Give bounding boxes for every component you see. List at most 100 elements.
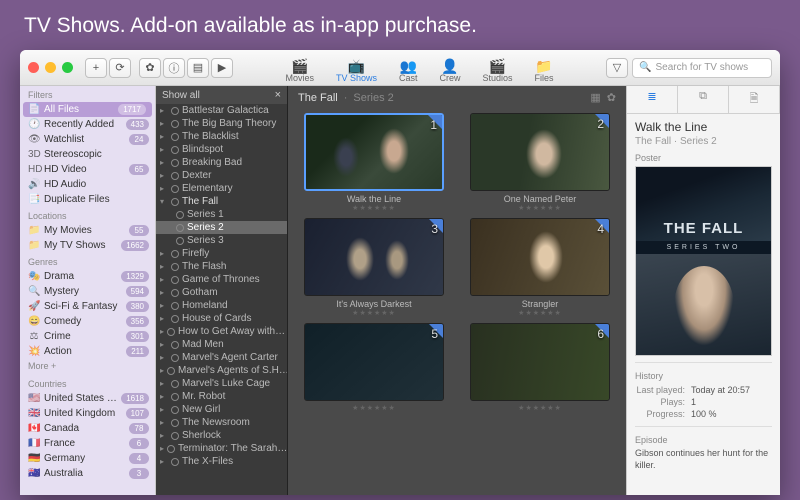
- show-row[interactable]: ▸Gotham: [156, 286, 287, 299]
- episode-card[interactable]: 1Walk the Line★★★★★★: [296, 113, 452, 212]
- sidebar-item-drama[interactable]: 🎭Drama1329: [20, 269, 155, 284]
- show-label: Homeland: [182, 300, 228, 311]
- filter-button[interactable]: ▽: [606, 58, 628, 78]
- sidebar-header: Countries: [20, 375, 155, 391]
- nav-tab-cast[interactable]: 👥Cast: [395, 57, 422, 85]
- episode-thumbnail[interactable]: 6: [470, 323, 610, 401]
- sidebar-item-label: Action: [44, 346, 122, 357]
- episode-card[interactable]: 2One Named Peter★★★★★★: [462, 113, 618, 212]
- zoom-window-button[interactable]: [62, 62, 73, 73]
- close-window-button[interactable]: [28, 62, 39, 73]
- grid-view-icon[interactable]: ▦: [590, 91, 600, 104]
- show-row[interactable]: ▸Marvel's Luke Cage: [156, 377, 287, 390]
- show-row[interactable]: ▸Mr. Robot: [156, 390, 287, 403]
- disclosure-icon: ▸: [160, 119, 168, 128]
- series-row[interactable]: Series 3: [156, 234, 287, 247]
- show-row[interactable]: ▾ The Fall: [156, 195, 287, 208]
- inspector-tab-media[interactable]: ⧉: [678, 86, 729, 113]
- info-button[interactable]: ⓘ: [163, 58, 185, 78]
- show-row[interactable]: ▸Mad Men: [156, 338, 287, 351]
- sidebar-item-crime[interactable]: ⚖Crime301: [20, 329, 155, 344]
- show-row[interactable]: ▸The Newsroom: [156, 416, 287, 429]
- refresh-button[interactable]: ⟳: [109, 58, 131, 78]
- show-row[interactable]: ▸Elementary: [156, 182, 287, 195]
- series-row[interactable]: Series 2: [156, 221, 287, 234]
- show-row[interactable]: ▸The Big Bang Theory: [156, 117, 287, 130]
- show-label: The Fall: [182, 196, 218, 207]
- nav-tab-crew[interactable]: 👤Crew: [436, 57, 465, 85]
- disclosure-icon: ▾: [160, 197, 168, 206]
- show-row[interactable]: ▸House of Cards: [156, 312, 287, 325]
- show-row[interactable]: ▸How to Get Away with…: [156, 325, 287, 338]
- poster-image[interactable]: THE FALL SERIES TWO: [635, 166, 772, 356]
- settings-button[interactable]: ✿: [139, 58, 161, 78]
- episode-thumbnail[interactable]: 1: [304, 113, 444, 191]
- sidebar-item-watchlist[interactable]: 👁Watchlist24: [20, 132, 155, 147]
- series-row[interactable]: Series 1: [156, 208, 287, 221]
- sidebar-item-united-kingdom[interactable]: 🇬🇧United Kingdom107: [20, 406, 155, 421]
- nav-tab-tv-shows[interactable]: 📺TV Shows: [332, 57, 381, 85]
- show-row[interactable]: ▸Blindspot: [156, 143, 287, 156]
- sidebar-item-mystery[interactable]: 🔍Mystery594: [20, 284, 155, 299]
- show-row[interactable]: ▸Firefly: [156, 247, 287, 260]
- sidebar-item-united-states-of-[interactable]: 🇺🇸United States of…1618: [20, 391, 155, 406]
- nav-tab-files[interactable]: 📁Files: [531, 57, 558, 85]
- show-row[interactable]: ▸The X-Files: [156, 455, 287, 468]
- show-row[interactable]: ▸Terminator: The Sarah…: [156, 442, 287, 455]
- status-icon: [171, 198, 179, 206]
- sidebar-item-sci-fi-fantasy[interactable]: 🚀Sci-Fi & Fantasy380: [20, 299, 155, 314]
- show-row[interactable]: ▸Homeland: [156, 299, 287, 312]
- sidebar-item-stereoscopic[interactable]: 3DStereoscopic: [20, 147, 155, 162]
- episode-card[interactable]: 5★★★★★★: [296, 323, 452, 412]
- show-row[interactable]: ▸Marvel's Agents of S.H…: [156, 364, 287, 377]
- sidebar-item-label: Australia: [44, 468, 125, 479]
- sidebar-item-all-files[interactable]: 📄All Files1717: [23, 102, 152, 117]
- nav-tab-studios[interactable]: 🎬Studios: [479, 57, 517, 85]
- gear-icon[interactable]: ✿: [607, 91, 616, 104]
- episode-card[interactable]: 6★★★★★★: [462, 323, 618, 412]
- episode-thumbnail[interactable]: 4: [470, 218, 610, 296]
- show-row[interactable]: ▸New Girl: [156, 403, 287, 416]
- nav-tab-movies[interactable]: 🎬Movies: [281, 57, 318, 85]
- sidebar-item-my-movies[interactable]: 📁My Movies55: [20, 223, 155, 238]
- status-icon: [171, 432, 179, 440]
- sidebar-item-comedy[interactable]: 😄Comedy356: [20, 314, 155, 329]
- sidebar-item-france[interactable]: 🇫🇷France6: [20, 436, 155, 451]
- episode-card[interactable]: 3It's Always Darkest★★★★★★: [296, 218, 452, 317]
- show-row[interactable]: ▸Dexter: [156, 169, 287, 182]
- inspector-tab-info[interactable]: ≣: [627, 86, 678, 113]
- play-button[interactable]: ▶: [211, 58, 233, 78]
- sidebar-item-action[interactable]: 💥Action211: [20, 344, 155, 359]
- show-row[interactable]: ▸Breaking Bad: [156, 156, 287, 169]
- sidebar-item-duplicate-files[interactable]: 📑Duplicate Files: [20, 192, 155, 207]
- inspector-tab-file[interactable]: 🗎: [729, 86, 780, 113]
- sidebar-item-hd-video[interactable]: HDHD Video65: [20, 162, 155, 177]
- episode-thumbnail[interactable]: 3: [304, 218, 444, 296]
- add-button[interactable]: +: [85, 58, 107, 78]
- show-row[interactable]: ▸The Blacklist: [156, 130, 287, 143]
- sidebar-item-my-tv-shows[interactable]: 📁My TV Shows1662: [20, 238, 155, 253]
- episode-card[interactable]: 4Strangler★★★★★★: [462, 218, 618, 317]
- episode-thumbnail[interactable]: 2: [470, 113, 610, 191]
- sidebar-icon: 📄: [28, 104, 40, 115]
- show-row[interactable]: ▸Battlestar Galactica: [156, 104, 287, 117]
- show-row[interactable]: ▸Marvel's Agent Carter: [156, 351, 287, 364]
- minimize-window-button[interactable]: [45, 62, 56, 73]
- search-input[interactable]: 🔍 Search for TV shows: [632, 58, 772, 78]
- sidebar-item-hd-audio[interactable]: 🔊HD Audio: [20, 177, 155, 192]
- sidebar-item-australia[interactable]: 🇦🇺Australia3: [20, 466, 155, 481]
- episode-thumbnail[interactable]: 5: [304, 323, 444, 401]
- show-row[interactable]: ▸The Flash: [156, 260, 287, 273]
- sidebar-item-recently-added[interactable]: 🕐Recently Added433: [20, 117, 155, 132]
- close-icon[interactable]: ×: [275, 89, 281, 101]
- more-link[interactable]: More +: [20, 359, 155, 375]
- app-window: + ⟳ ✿ ⓘ ▤ ▶ 🎬Movies 📺TV Shows 👥Cast 👤Crew 🎬S…: [20, 50, 780, 495]
- sidebar-item-label: Drama: [44, 271, 117, 282]
- count-badge: 1717: [118, 104, 146, 115]
- rating-stars: ★★★★★★: [352, 204, 396, 212]
- show-row[interactable]: ▸Sherlock: [156, 429, 287, 442]
- sidebar-item-canada[interactable]: 🇨🇦Canada78: [20, 421, 155, 436]
- sidebar-item-germany[interactable]: 🇩🇪Germany4: [20, 451, 155, 466]
- image-button[interactable]: ▤: [187, 58, 209, 78]
- show-row[interactable]: ▸Game of Thrones: [156, 273, 287, 286]
